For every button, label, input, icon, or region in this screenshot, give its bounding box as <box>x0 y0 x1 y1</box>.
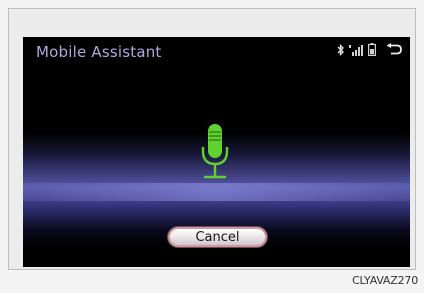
figure-code: CLYAVAZ270 <box>352 274 418 287</box>
signal-strength-icon <box>349 44 363 56</box>
back-arrow-icon[interactable] <box>386 43 402 56</box>
microphone-icon <box>199 123 231 181</box>
display-screen: Mobile Assistant Cancel <box>23 37 410 267</box>
cancel-button[interactable]: Cancel <box>168 227 267 247</box>
battery-icon <box>368 43 376 56</box>
screen-title: Mobile Assistant <box>36 43 162 61</box>
status-bar <box>337 43 402 56</box>
bluetooth-icon <box>337 43 344 56</box>
